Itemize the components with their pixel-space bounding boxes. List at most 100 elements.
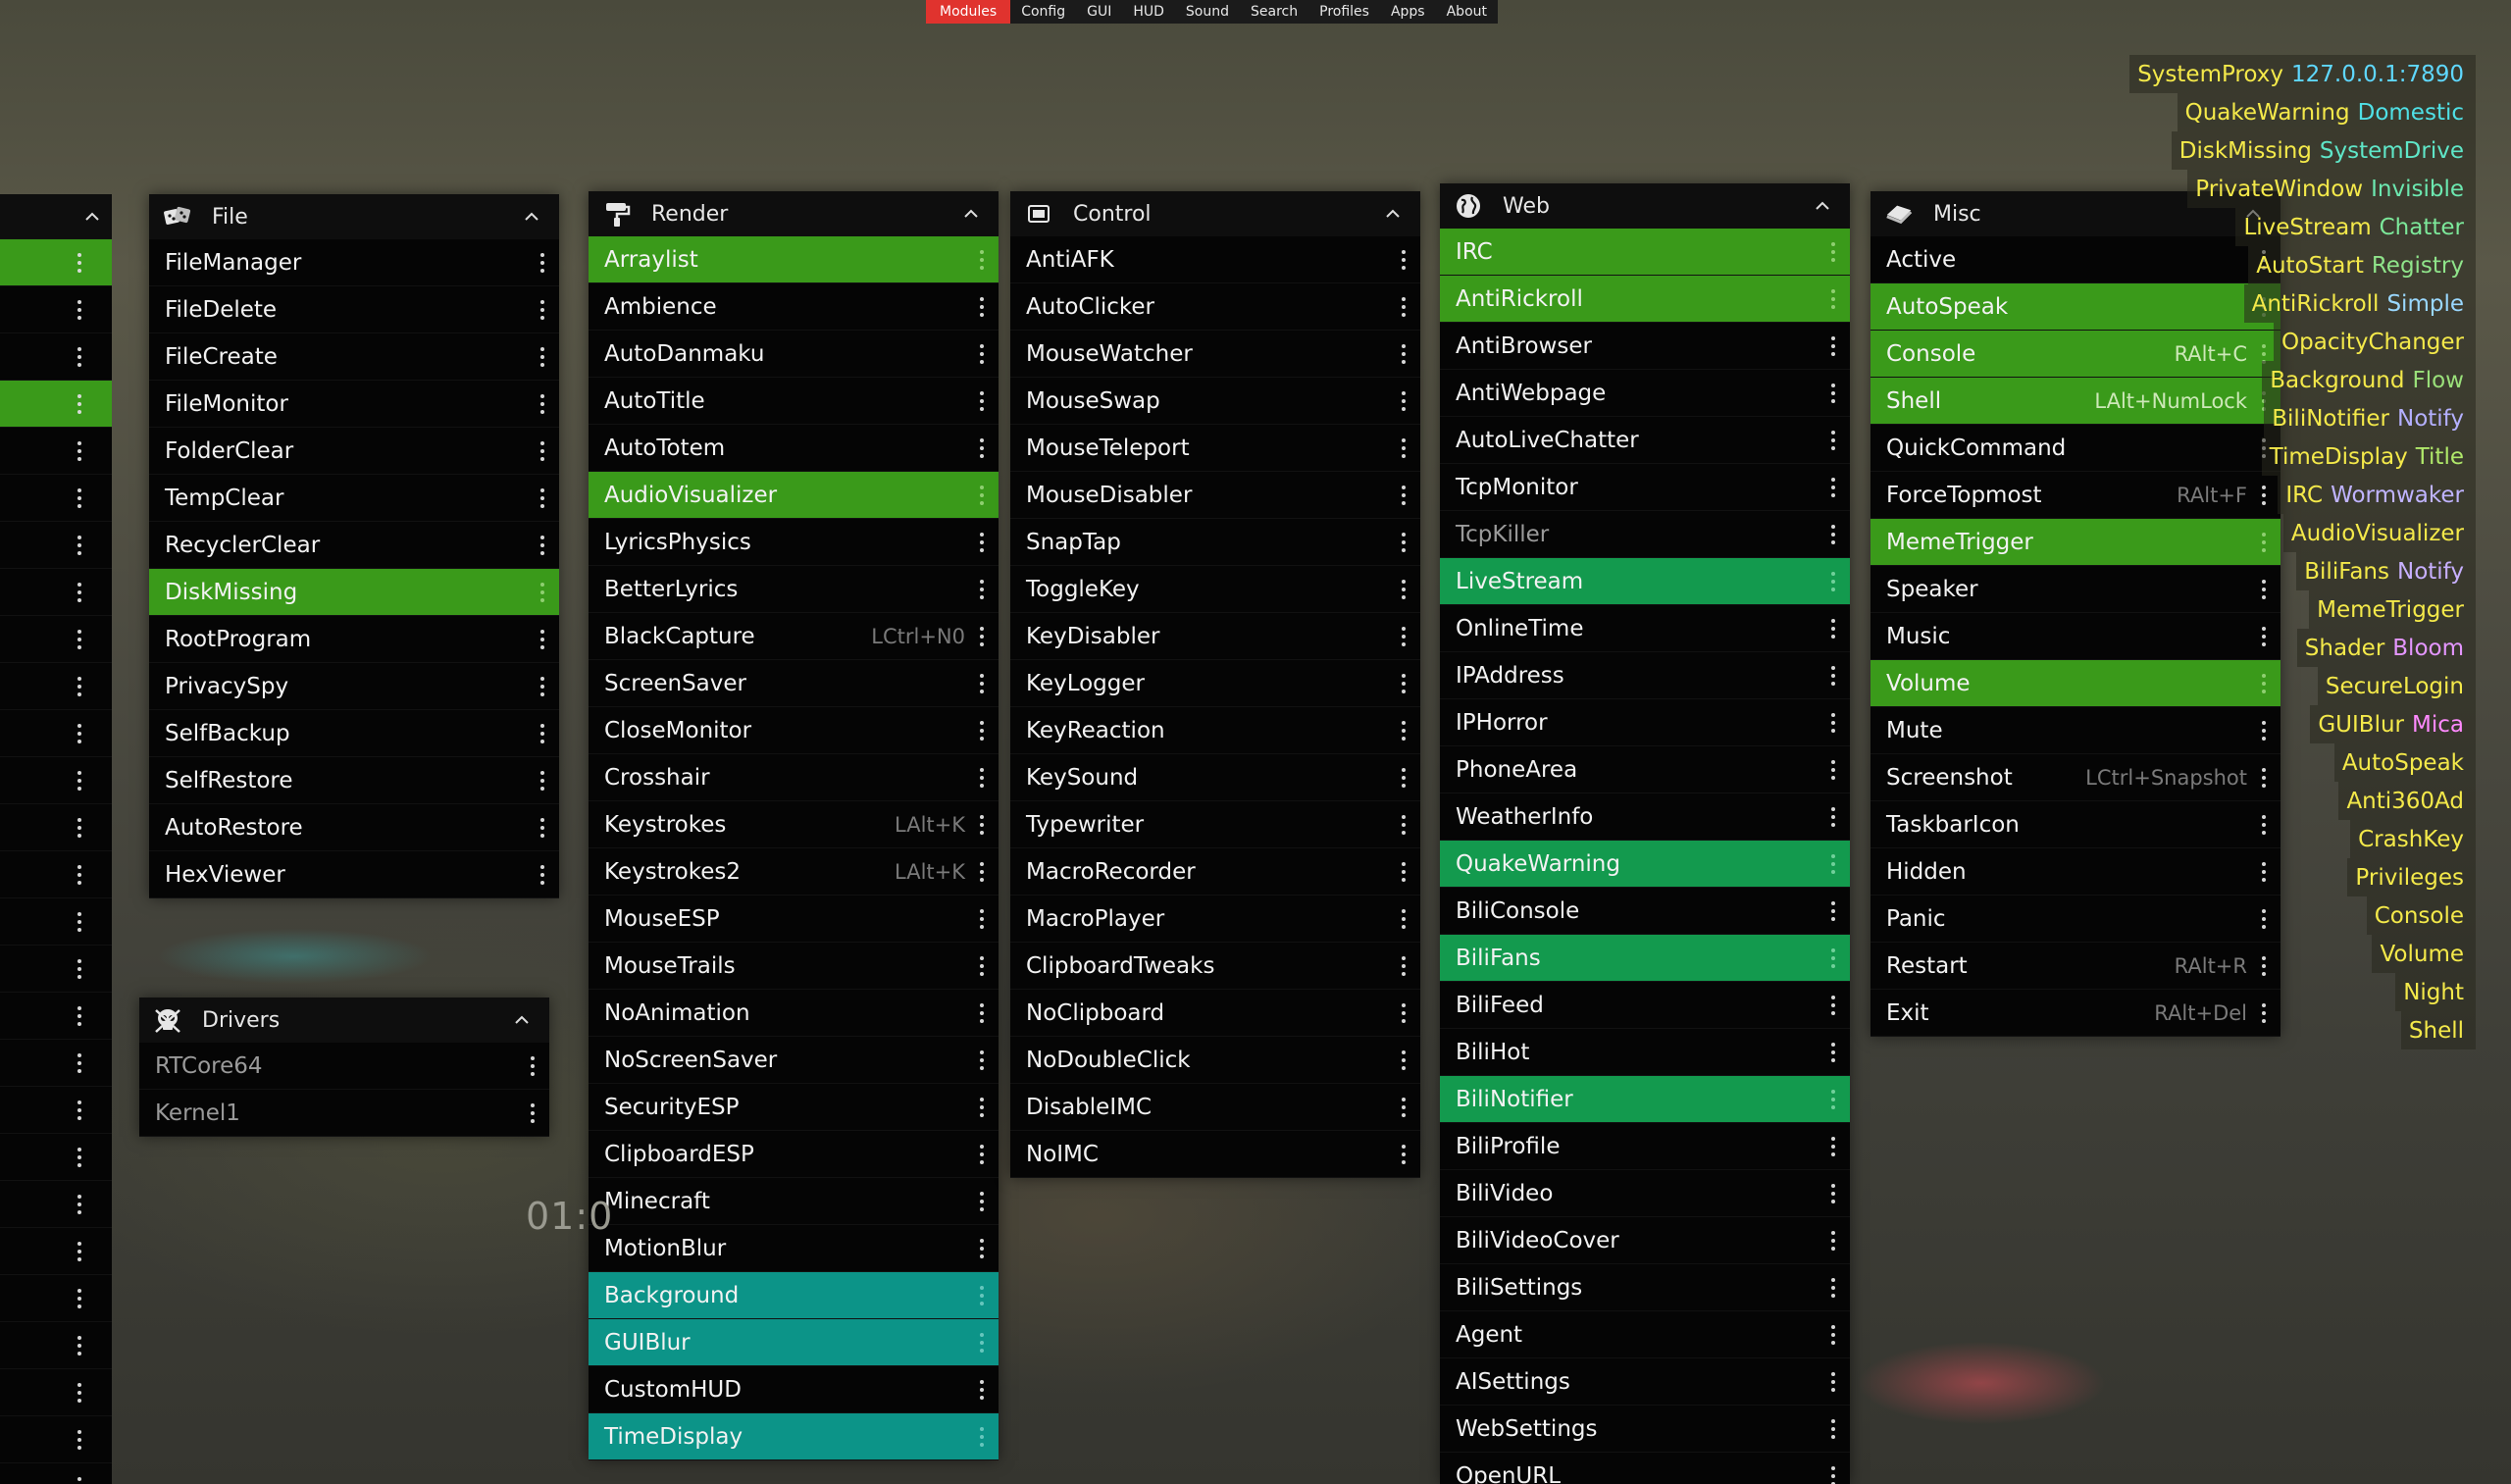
more-options-icon[interactable] bbox=[539, 252, 545, 273]
more-options-icon[interactable] bbox=[77, 299, 82, 320]
module-row[interactable] bbox=[0, 710, 112, 757]
module-arraylist[interactable]: Arraylist bbox=[589, 236, 999, 283]
more-options-icon[interactable] bbox=[530, 1102, 536, 1123]
more-options-icon[interactable] bbox=[77, 1147, 82, 1167]
module-black-capture[interactable]: BlackCapture LCtrl+N0 bbox=[589, 613, 999, 660]
module-row[interactable] bbox=[0, 1228, 112, 1275]
more-options-icon[interactable] bbox=[1830, 1230, 1836, 1251]
more-options-icon[interactable] bbox=[77, 1429, 82, 1450]
more-options-icon[interactable] bbox=[539, 346, 545, 367]
more-options-icon[interactable] bbox=[1401, 908, 1407, 929]
module-row[interactable] bbox=[0, 757, 112, 804]
more-options-icon[interactable] bbox=[1401, 673, 1407, 693]
more-options-icon[interactable] bbox=[979, 343, 985, 364]
panel-header-control[interactable]: Control bbox=[1010, 191, 1420, 236]
more-options-icon[interactable] bbox=[1830, 1277, 1836, 1298]
module-mouse-teleport[interactable]: MouseTeleport bbox=[1010, 425, 1420, 472]
module-temp-clear[interactable]: TempClear bbox=[149, 475, 559, 522]
module-mouse-trails[interactable]: MouseTrails bbox=[589, 943, 999, 990]
module-row[interactable] bbox=[0, 993, 112, 1040]
chevron-up-icon[interactable] bbox=[508, 1006, 536, 1034]
more-options-icon[interactable] bbox=[77, 1476, 82, 1484]
module-no-screen-saver[interactable]: NoScreenSaver bbox=[589, 1037, 999, 1084]
more-options-icon[interactable] bbox=[77, 1335, 82, 1356]
more-options-icon[interactable] bbox=[979, 861, 985, 882]
more-options-icon[interactable] bbox=[77, 911, 82, 932]
module-ipaddress[interactable]: IPAddress bbox=[1440, 652, 1850, 699]
more-options-icon[interactable] bbox=[1830, 1418, 1836, 1439]
tab-apps[interactable]: Apps bbox=[1380, 0, 1436, 24]
module-kernel1[interactable]: Kernel1 bbox=[139, 1090, 549, 1137]
more-options-icon[interactable] bbox=[539, 393, 545, 414]
more-options-icon[interactable] bbox=[979, 1285, 985, 1305]
module-agent[interactable]: Agent bbox=[1440, 1311, 1850, 1358]
chevron-up-icon[interactable] bbox=[957, 200, 985, 228]
module-live-stream[interactable]: LiveStream bbox=[1440, 558, 1850, 605]
module-tcp-monitor[interactable]: TcpMonitor bbox=[1440, 464, 1850, 511]
more-options-icon[interactable] bbox=[979, 1002, 985, 1023]
panel-header[interactable] bbox=[0, 194, 112, 239]
more-options-icon[interactable] bbox=[1830, 947, 1836, 968]
module-close-monitor[interactable]: CloseMonitor bbox=[589, 707, 999, 754]
more-options-icon[interactable] bbox=[1401, 1002, 1407, 1023]
tab-profiles[interactable]: Profiles bbox=[1308, 0, 1380, 24]
module-lyrics-physics[interactable]: LyricsPhysics bbox=[589, 519, 999, 566]
module-minecraft[interactable]: Minecraft bbox=[589, 1178, 999, 1225]
module-bili-console[interactable]: BiliConsole bbox=[1440, 888, 1850, 935]
module-disk-missing[interactable]: DiskMissing bbox=[149, 569, 559, 616]
chevron-up-icon[interactable] bbox=[1809, 192, 1836, 220]
more-options-icon[interactable] bbox=[77, 1100, 82, 1120]
more-options-icon[interactable] bbox=[979, 485, 985, 505]
module-hex-viewer[interactable]: HexViewer bbox=[149, 851, 559, 898]
module-bili-video-cover[interactable]: BiliVideoCover bbox=[1440, 1217, 1850, 1264]
module-crosshair[interactable]: Crosshair bbox=[589, 754, 999, 801]
chevron-up-icon[interactable] bbox=[84, 207, 100, 226]
module-auto-clicker[interactable]: AutoClicker bbox=[1010, 283, 1420, 331]
module-weather-info[interactable]: WeatherInfo bbox=[1440, 793, 1850, 841]
tab-sound[interactable]: Sound bbox=[1175, 0, 1240, 24]
more-options-icon[interactable] bbox=[539, 487, 545, 508]
module-row[interactable] bbox=[0, 1134, 112, 1181]
more-options-icon[interactable] bbox=[979, 1238, 985, 1258]
more-options-icon[interactable] bbox=[539, 770, 545, 791]
more-options-icon[interactable] bbox=[77, 770, 82, 791]
module-auto-totem[interactable]: AutoTotem bbox=[589, 425, 999, 472]
tab-config[interactable]: Config bbox=[1010, 0, 1076, 24]
more-options-icon[interactable] bbox=[979, 579, 985, 599]
module-auto-danmaku[interactable]: AutoDanmaku bbox=[589, 331, 999, 378]
module-auto-title[interactable]: AutoTitle bbox=[589, 378, 999, 425]
more-options-icon[interactable] bbox=[1401, 626, 1407, 646]
more-options-icon[interactable] bbox=[77, 864, 82, 885]
more-options-icon[interactable] bbox=[539, 582, 545, 602]
more-options-icon[interactable] bbox=[1401, 296, 1407, 317]
module-row[interactable] bbox=[0, 569, 112, 616]
module-file-delete[interactable]: FileDelete bbox=[149, 286, 559, 333]
more-options-icon[interactable] bbox=[1401, 1049, 1407, 1070]
tab-gui[interactable]: GUI bbox=[1076, 0, 1122, 24]
module-file-manager[interactable]: FileManager bbox=[149, 239, 559, 286]
more-options-icon[interactable] bbox=[539, 629, 545, 649]
module-bili-profile[interactable]: BiliProfile bbox=[1440, 1123, 1850, 1170]
more-options-icon[interactable] bbox=[1830, 995, 1836, 1015]
module-key-reaction[interactable]: KeyReaction bbox=[1010, 707, 1420, 754]
module-row[interactable] bbox=[0, 1369, 112, 1416]
module-row[interactable] bbox=[0, 333, 112, 381]
module-time-display[interactable]: TimeDisplay bbox=[589, 1413, 999, 1460]
more-options-icon[interactable] bbox=[539, 440, 545, 461]
more-options-icon[interactable] bbox=[1401, 532, 1407, 552]
more-options-icon[interactable] bbox=[1830, 571, 1836, 591]
module-row[interactable] bbox=[0, 616, 112, 663]
module-row[interactable] bbox=[0, 1087, 112, 1134]
module-clipboard-esp[interactable]: ClipboardESP bbox=[589, 1131, 999, 1178]
more-options-icon[interactable] bbox=[1401, 720, 1407, 741]
more-options-icon[interactable] bbox=[1401, 390, 1407, 411]
module-background[interactable]: Background bbox=[589, 1272, 999, 1319]
module-phone-area[interactable]: PhoneArea bbox=[1440, 746, 1850, 793]
more-options-icon[interactable] bbox=[77, 1005, 82, 1026]
more-options-icon[interactable] bbox=[539, 817, 545, 838]
more-options-icon[interactable] bbox=[1830, 712, 1836, 733]
more-options-icon[interactable] bbox=[77, 629, 82, 649]
module-iphorror[interactable]: IPHorror bbox=[1440, 699, 1850, 746]
more-options-icon[interactable] bbox=[979, 1379, 985, 1400]
more-options-icon[interactable] bbox=[979, 673, 985, 693]
